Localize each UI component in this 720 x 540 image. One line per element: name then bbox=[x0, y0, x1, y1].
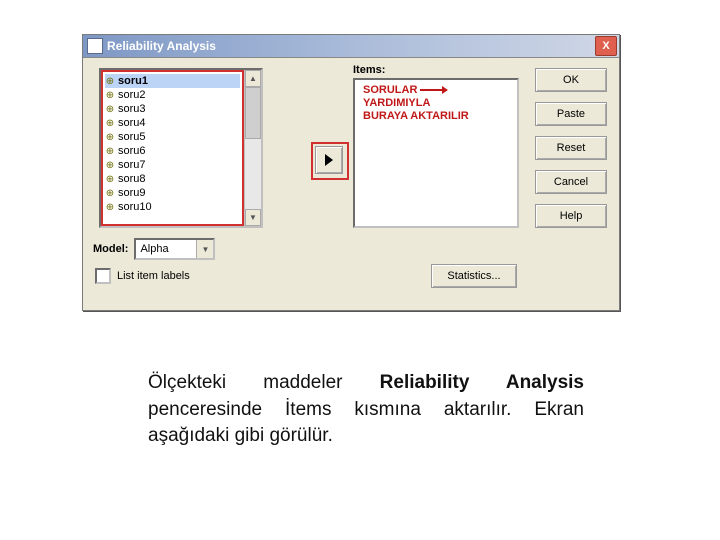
model-value: Alpha bbox=[136, 243, 196, 255]
variable-icon: ⊕ bbox=[105, 146, 115, 157]
list-item[interactable]: ⊕soru1 bbox=[105, 74, 240, 88]
arrow-right-icon bbox=[325, 154, 333, 166]
close-icon: X bbox=[602, 40, 609, 52]
window-title: Reliability Analysis bbox=[107, 39, 216, 53]
list-item[interactable]: ⊕soru7 bbox=[105, 158, 240, 172]
list-item[interactable]: ⊕soru6 bbox=[105, 144, 240, 158]
variable-icon: ⊕ bbox=[105, 118, 115, 129]
reset-button[interactable]: Reset bbox=[535, 136, 607, 160]
chevron-down-icon: ▼ bbox=[196, 240, 213, 258]
close-button[interactable]: X bbox=[595, 36, 617, 56]
dialog-button-column: OK Paste Reset Cancel Help bbox=[535, 68, 607, 228]
variable-icon: ⊕ bbox=[105, 202, 115, 213]
ok-button[interactable]: OK bbox=[535, 68, 607, 92]
list-item[interactable]: ⊕soru2 bbox=[105, 88, 240, 102]
app-icon bbox=[87, 38, 103, 54]
list-item[interactable]: ⊕soru9 bbox=[105, 186, 240, 200]
listbox-highlight: ⊕soru1⊕soru2⊕soru3⊕soru4⊕soru5⊕soru6⊕sor… bbox=[101, 70, 244, 226]
help-button[interactable]: Help bbox=[535, 204, 607, 228]
reset-label: Reset bbox=[557, 142, 586, 154]
list-item-label: soru6 bbox=[118, 145, 146, 157]
caption-part2: penceresinde İtems kısmına aktarılır. Ek… bbox=[148, 399, 584, 447]
list-item-label: soru5 bbox=[118, 131, 146, 143]
annotation-arrow-icon bbox=[420, 86, 448, 94]
list-item[interactable]: ⊕soru3 bbox=[105, 102, 240, 116]
list-item-label: soru3 bbox=[118, 103, 146, 115]
paste-label: Paste bbox=[557, 108, 585, 120]
list-item-labels-checkbox[interactable] bbox=[95, 268, 111, 284]
transfer-right-button[interactable] bbox=[315, 146, 343, 174]
model-combobox[interactable]: Alpha ▼ bbox=[134, 238, 215, 260]
list-item-label: soru1 bbox=[118, 75, 148, 87]
cancel-label: Cancel bbox=[554, 176, 588, 188]
list-item-label: soru2 bbox=[118, 89, 146, 101]
list-item-label: soru10 bbox=[118, 201, 152, 213]
list-item-label: soru9 bbox=[118, 187, 146, 199]
list-item-labels-row: List item labels bbox=[95, 268, 190, 284]
annotation-part2: YARDIMIYLA bbox=[363, 97, 430, 109]
dialog-body: ⊕soru1⊕soru2⊕soru3⊕soru4⊕soru5⊕soru6⊕sor… bbox=[83, 58, 619, 310]
variable-icon: ⊕ bbox=[105, 104, 115, 115]
paste-button[interactable]: Paste bbox=[535, 102, 607, 126]
model-label: Model: bbox=[93, 243, 128, 255]
list-item-label: soru4 bbox=[118, 117, 146, 129]
annotation-part1: SORULAR bbox=[363, 84, 417, 96]
caption-part1: Ölçekteki maddeler bbox=[148, 372, 380, 393]
titlebar[interactable]: Reliability Analysis X bbox=[83, 35, 619, 58]
variable-icon: ⊕ bbox=[105, 76, 115, 87]
statistics-button-label: Statistics... bbox=[447, 270, 500, 282]
cancel-button[interactable]: Cancel bbox=[535, 170, 607, 194]
scroll-down-button[interactable]: ▼ bbox=[245, 209, 261, 226]
source-variables-listbox[interactable]: ⊕soru1⊕soru2⊕soru3⊕soru4⊕soru5⊕soru6⊕sor… bbox=[99, 68, 263, 228]
variable-icon: ⊕ bbox=[105, 90, 115, 101]
list-item-labels-label: List item labels bbox=[117, 270, 190, 282]
help-label: Help bbox=[560, 210, 583, 222]
scroll-track[interactable] bbox=[245, 139, 261, 209]
statistics-button[interactable]: Statistics... bbox=[431, 264, 517, 288]
list-item[interactable]: ⊕soru5 bbox=[105, 130, 240, 144]
annotation-part3: BURAYA AKTARILIR bbox=[363, 110, 469, 122]
scroll-up-button[interactable]: ▲ bbox=[245, 70, 261, 87]
listbox-scrollbar[interactable]: ▲ ▼ bbox=[244, 70, 261, 226]
list-item[interactable]: ⊕soru10 bbox=[105, 200, 240, 214]
annotation-text: SORULAR YARDIMIYLA BURAYA AKTARILIR bbox=[363, 84, 513, 124]
list-item[interactable]: ⊕soru4 bbox=[105, 116, 240, 130]
list-item-label: soru8 bbox=[118, 173, 146, 185]
list-item[interactable]: ⊕soru8 bbox=[105, 172, 240, 186]
list-item-label: soru7 bbox=[118, 159, 146, 171]
caption-bold: Reliability Analysis bbox=[380, 372, 584, 393]
ok-label: OK bbox=[563, 74, 579, 86]
caption-text: Ölçekteki maddeler Reliability Analysis … bbox=[148, 370, 584, 450]
variable-icon: ⊕ bbox=[105, 132, 115, 143]
variable-icon: ⊕ bbox=[105, 174, 115, 185]
reliability-analysis-dialog: Reliability Analysis X ⊕soru1⊕soru2⊕soru… bbox=[82, 34, 620, 311]
scroll-thumb[interactable] bbox=[245, 87, 261, 139]
items-label: Items: bbox=[353, 64, 385, 76]
model-row: Model: Alpha ▼ bbox=[93, 238, 215, 260]
variable-icon: ⊕ bbox=[105, 188, 115, 199]
variable-icon: ⊕ bbox=[105, 160, 115, 171]
